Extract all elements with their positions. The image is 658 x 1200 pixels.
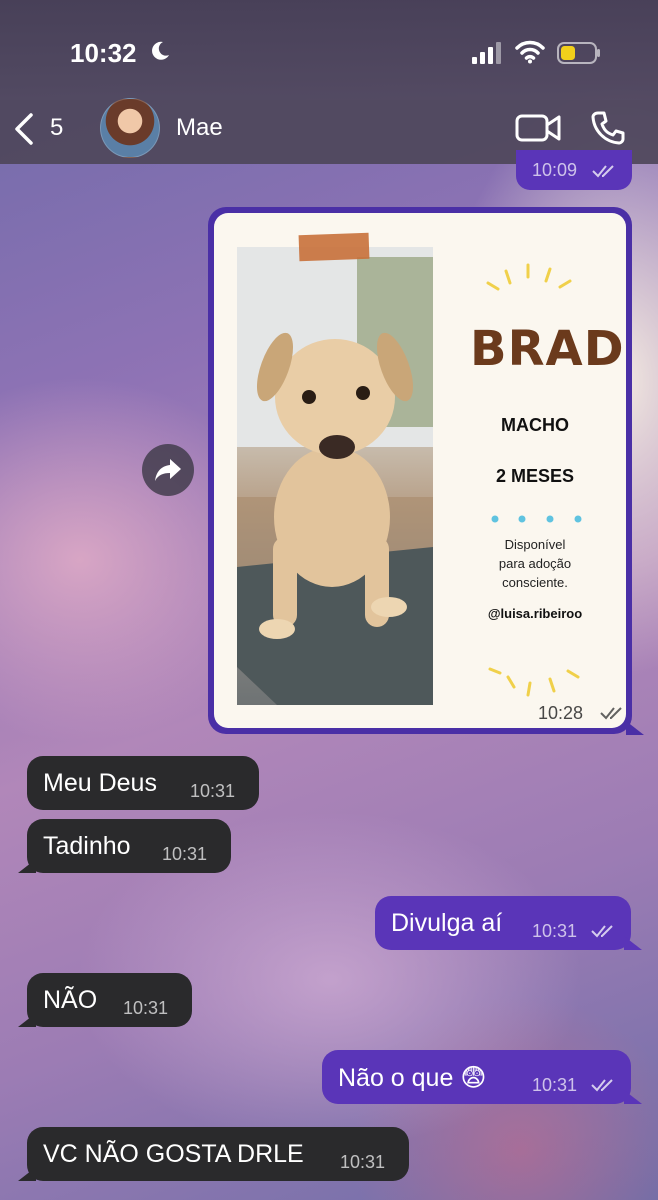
adoption-text-line: para adoção [498, 556, 572, 571]
message-time: 10:31 [123, 998, 169, 1018]
message-text: Tadinho [43, 832, 131, 860]
message-time: 10:09 [532, 160, 578, 180]
message-time: 10:31 [532, 921, 578, 941]
message-bubble-outgoing[interactable]: Não o que 😨 10:31 [322, 1050, 631, 1104]
tape-decoration [298, 232, 370, 262]
read-check-icon [592, 165, 614, 178]
message-bubble-incoming[interactable]: NÃO 10:31 [27, 973, 192, 1027]
bubble-tail [18, 1013, 36, 1027]
status-bar: 10:32 [0, 0, 658, 100]
puppy-illustration [237, 247, 433, 705]
read-check-icon [591, 925, 613, 938]
pet-sex: MACHO [501, 415, 569, 435]
moon-icon [152, 41, 169, 60]
message-time: 10:31 [190, 781, 236, 801]
message-bubble-outgoing[interactable]: Divulga aí 10:31 [375, 896, 631, 950]
phone-call-icon[interactable] [590, 110, 626, 146]
instagram-handle: @luisa.ribeiroo [487, 606, 583, 621]
adoption-text-line: Disponível [504, 537, 566, 552]
dots-divider [491, 515, 582, 523]
contact-name[interactable]: Mae [176, 114, 223, 142]
unread-count[interactable]: 5 [50, 114, 63, 142]
pet-name: BRAD [470, 321, 625, 377]
message-bubble-incoming[interactable]: Meu Deus 10:31 [27, 756, 259, 810]
bubble-tail [624, 936, 642, 950]
image-message[interactable]: BRAD MACHO 2 MESES Disponível para adoçã… [208, 207, 644, 735]
bubble-tail [18, 859, 36, 873]
share-arrow-icon [155, 459, 181, 481]
message-text: Não o que 😨 [338, 1064, 487, 1092]
adoption-text-line: consciente. [502, 575, 568, 590]
adoption-text: Disponível para adoção consciente. [464, 535, 606, 592]
adoption-card-image[interactable]: BRAD MACHO 2 MESES Disponível para adoçã… [214, 213, 626, 728]
video-call-icon[interactable] [515, 112, 561, 144]
message-bubble-incoming[interactable]: Tadinho 10:31 [27, 819, 231, 873]
clock: 10:32 [70, 38, 137, 68]
read-check-icon [591, 1079, 613, 1092]
contact-avatar[interactable] [100, 98, 160, 158]
message-bubble-outgoing[interactable]: 10:09 [516, 150, 632, 190]
bubble-tail [18, 1167, 36, 1181]
signal-icon [472, 42, 501, 64]
pet-age: 2 MESES [495, 466, 575, 486]
message-time: 10:31 [162, 844, 208, 864]
message-time: 10:31 [340, 1152, 386, 1172]
message-text: VC NÃO GOSTA DRLE [43, 1140, 304, 1168]
message-text: Meu Deus [43, 769, 157, 797]
sun-rays-decoration [486, 263, 572, 291]
battery-icon [557, 42, 600, 64]
forward-button[interactable] [142, 444, 194, 496]
message-text: NÃO [43, 986, 98, 1014]
bubble-tail [624, 1090, 642, 1104]
message-time: 10:28 [538, 703, 584, 723]
message-time: 10:31 [532, 1075, 578, 1095]
wifi-icon [515, 40, 545, 64]
back-chevron-icon[interactable] [12, 112, 36, 146]
read-check-icon [600, 707, 622, 720]
message-text: Divulga aí [391, 909, 503, 937]
message-bubble-incoming[interactable]: VC NÃO GOSTA DRLE 10:31 [27, 1127, 409, 1181]
sun-rays-decoration [488, 667, 580, 697]
puppy-photo [237, 247, 433, 705]
bubble-tail [626, 721, 644, 735]
